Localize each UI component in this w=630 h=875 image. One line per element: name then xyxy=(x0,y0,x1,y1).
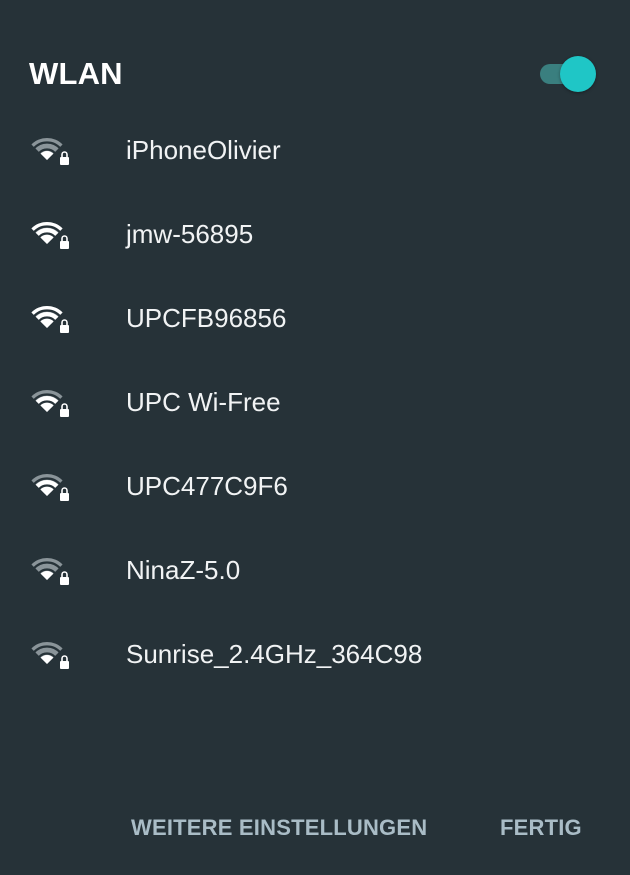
network-name: UPC Wi-Free xyxy=(126,387,281,417)
dialog-footer: WEITERE EINSTELLUNGEN FERTIG xyxy=(0,800,630,860)
network-item[interactable]: UPC Wi-Free xyxy=(0,360,630,444)
network-name: iPhoneOlivier xyxy=(126,135,281,165)
wlan-header: WLAN xyxy=(0,0,630,110)
toggle-thumb xyxy=(560,56,596,92)
network-name: NinaZ-5.0 xyxy=(126,555,241,585)
wifi-locked-icon xyxy=(28,298,74,338)
network-item[interactable]: Sunrise_2.4GHz_364C98 xyxy=(0,612,630,696)
more-settings-button[interactable]: WEITERE EINSTELLUNGEN xyxy=(131,814,427,842)
network-name: UPC477C9F6 xyxy=(126,471,288,501)
wifi-locked-icon xyxy=(28,214,74,254)
network-item[interactable]: iPhoneOlivier xyxy=(0,108,630,192)
wlan-toggle-switch[interactable] xyxy=(538,56,598,92)
network-list: iPhoneOlivier jmw-56895 UPCFB96856 UPC Wi-F… xyxy=(0,108,630,696)
network-name: Sunrise_2.4GHz_364C98 xyxy=(126,639,423,669)
network-item[interactable]: jmw-56895 xyxy=(0,192,630,276)
network-item[interactable]: UPCFB96856 xyxy=(0,276,630,360)
network-item[interactable]: UPC477C9F6 xyxy=(0,444,630,528)
network-item[interactable]: NinaZ-5.0 xyxy=(0,528,630,612)
network-name: UPCFB96856 xyxy=(126,303,287,333)
wifi-locked-icon xyxy=(28,634,74,674)
done-button[interactable]: FERTIG xyxy=(500,814,582,842)
network-name: jmw-56895 xyxy=(126,219,254,249)
wlan-title: WLAN xyxy=(29,56,123,91)
wlan-quick-settings-panel: WLAN iPhoneOlivier jmw-56895 UPCFB96856 UPC… xyxy=(0,0,630,875)
wifi-locked-icon xyxy=(28,466,74,506)
wifi-locked-icon xyxy=(28,550,74,590)
wifi-locked-icon xyxy=(28,382,74,422)
wifi-locked-icon xyxy=(28,130,74,170)
